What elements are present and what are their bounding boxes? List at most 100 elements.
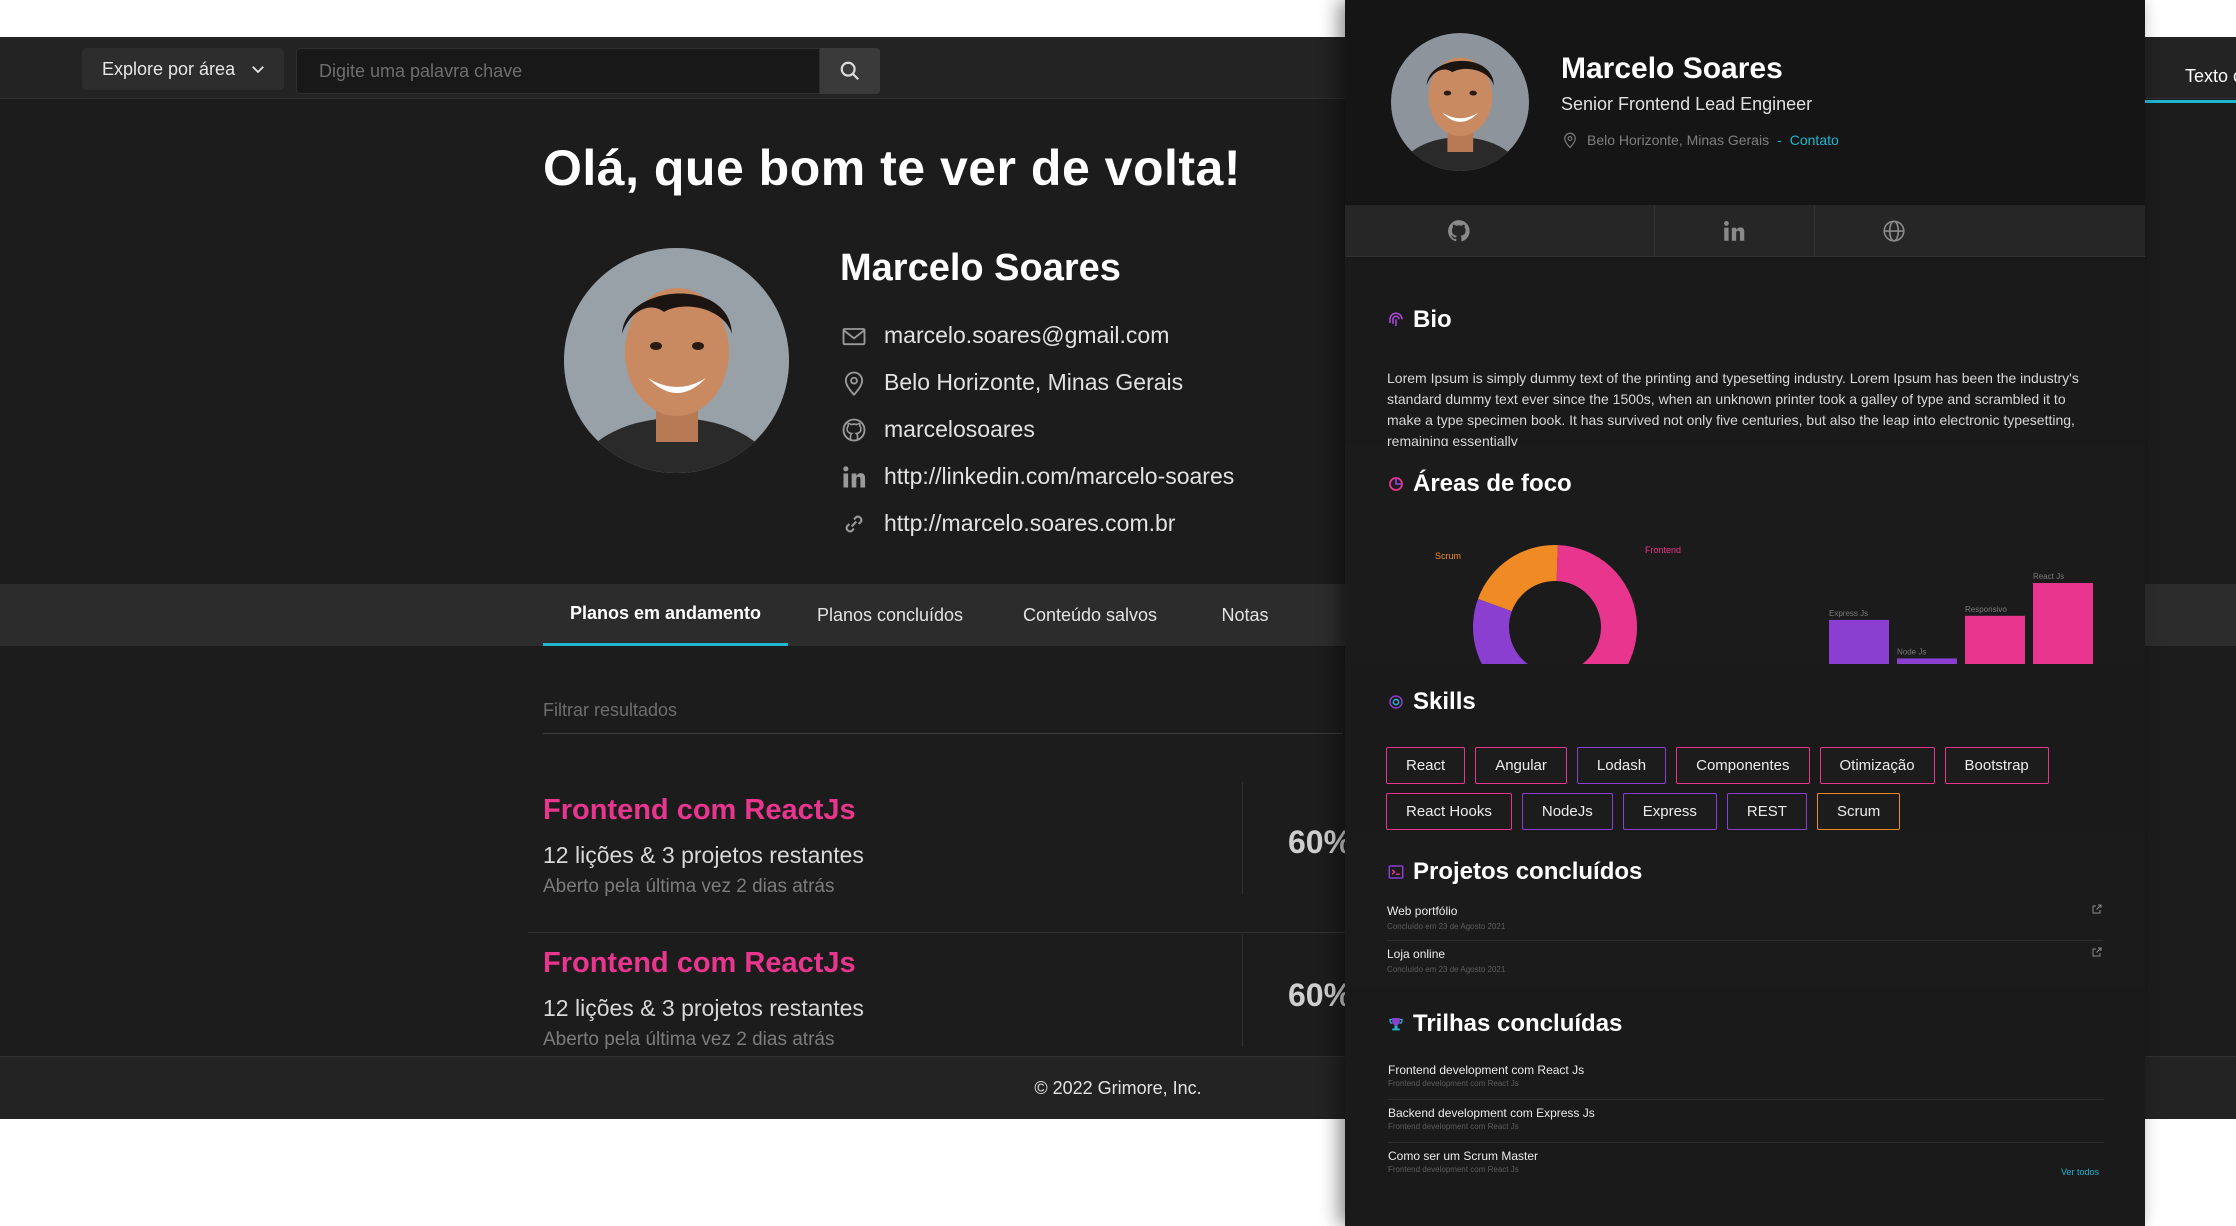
bio-title: Bio [1413,306,1452,333]
profile-github[interactable]: marcelosoares [884,416,1035,443]
target-icon [1389,695,1403,709]
trail-row[interactable]: Backend development com Express Js Front… [1388,1100,2104,1143]
search-input[interactable]: Digite uma palavra chave [296,48,820,94]
github-row: marcelosoares [840,406,1234,453]
panel-location-row: Belo Horizonte, Minas Gerais - Contato [1561,131,1839,149]
bar-label: Express Js [1829,609,1868,618]
tab-peek[interactable]: Texto c [2145,53,2236,103]
external-link-icon[interactable] [2091,903,2103,915]
trails-card: Trilhas concluídas Frontend development … [1345,986,2145,1226]
panel-role: Senior Frontend Lead Engineer [1561,94,1813,114]
plan-divider [1242,782,1243,894]
website-link[interactable] [1814,205,1974,257]
panel-location-separator: - [1777,132,1782,148]
donut-label: Scrum [1435,551,1461,561]
project-row[interactable]: Web portfólio Concluído em 23 de Agosto … [1387,898,2103,941]
skill-tag[interactable]: REST [1726,793,1807,830]
plan-last-opened: Aberto pela última vez 2 dias atrás [543,876,835,897]
plan-card[interactable]: Frontend com ReactJs 12 lições & 3 proje… [528,782,1358,944]
donut-slice [1477,545,1558,612]
globe-icon [1883,220,1905,242]
tab-conteudo-salvos[interactable]: Conteúdo salvos [1010,584,1170,646]
profile-website[interactable]: http://marcelo.soares.com.br [884,510,1175,537]
bar [1965,615,2025,664]
skill-tag[interactable]: Express [1622,793,1717,830]
profile-email[interactable]: marcelo.soares@gmail.com [884,322,1169,349]
chevron-down-icon [252,66,264,74]
linkedin-link[interactable] [1654,205,1814,257]
donut-slice [1473,598,1528,664]
skill-tag[interactable]: Angular [1475,747,1567,784]
skill-tag[interactable]: Bootstrap [1944,747,2049,784]
fingerprint-icon [1389,312,1403,326]
github-icon [1448,220,1470,242]
profile-location: Belo Horizonte, Minas Gerais [884,369,1184,395]
skill-tag[interactable]: React [1386,747,1466,784]
profile-name: Marcelo Soares [840,247,1121,289]
plan-progress: 60% [1288,824,1353,860]
plan-progress: 60% [1288,977,1353,1013]
focus-areas-card: Áreas de foco Scrum Frontend Express Js Nod… [1345,446,2145,664]
trail-subtitle: Frontend development com React Js [1388,1122,1519,1131]
skill-row: React Angular Lodash Componentes Otimização B… [1386,747,2049,784]
tab-planos-concluidos[interactable]: Planos concluídos [800,584,980,646]
skill-tag[interactable]: NodeJs [1521,793,1613,830]
skill-tag[interactable]: React Hooks [1386,793,1512,830]
trail-row[interactable]: Como ser um Scrum Master Frontend develo… [1388,1143,2104,1186]
donut-slice [1556,545,1637,664]
skill-tag[interactable]: Componentes [1676,747,1810,784]
terminal-icon [1388,865,1404,879]
map-pin-icon [844,371,864,396]
map-pin-icon [1564,132,1576,149]
trail-name: Frontend development com React Js [1388,1063,1585,1077]
bio-title-row: Bio [1387,306,1452,334]
linkedin-icon [1724,221,1745,241]
github-icon [842,418,866,441]
location-row: Belo Horizonte, Minas Gerais [840,359,1234,406]
panel-location: Belo Horizonte, Minas Gerais [1587,132,1770,148]
panel-name: Marcelo Soares [1561,52,1783,85]
projects-title: Projetos concluídos [1413,858,1643,885]
project-row[interactable]: Loja online Concluído em 23 de Agosto 20… [1387,941,2103,984]
trail-name: Como ser um Scrum Master [1388,1149,1539,1163]
tab-notas[interactable]: Notas [1205,584,1285,646]
bar [2033,583,2093,664]
project-name: Web portfólio [1387,904,1458,918]
plan-subtitle: 12 lições & 3 projetos restantes [543,995,864,1021]
see-all-link[interactable]: Ver todos [2061,1167,2099,1177]
skill-row: React Hooks NodeJs Express REST Scrum [1386,793,2049,830]
external-link-icon[interactable] [2091,946,2103,958]
skill-tags: React Angular Lodash Componentes Otimização B… [1386,747,2049,836]
trophy-icon [1389,1018,1403,1031]
focus-chart: Scrum Frontend Express Js Node Js Responsivo… [1435,545,2093,664]
project-date: Concluído em 23 de Agosto 2021 [1387,922,1506,931]
plan-title[interactable]: Frontend com ReactJs [543,947,856,980]
plan-title[interactable]: Frontend com ReactJs [543,794,856,827]
bio-text: Lorem Ipsum is simply dummy text of the … [1387,370,2079,446]
bar [1829,619,1889,664]
plan-subtitle: 12 lições & 3 projetos restantes [543,842,864,868]
skills-title-row: Skills [1387,688,1476,716]
donut-label: Frontend [1645,545,1681,555]
skill-tag[interactable]: Scrum [1816,793,1901,830]
project-date: Concluído em 23 de Agosto 2021 [1387,965,1506,974]
github-link[interactable] [1345,205,1573,257]
tab-planos-em-andamento[interactable]: Planos em andamento [543,584,788,646]
profile-linkedin[interactable]: http://linkedin.com/marcelo-soares [884,463,1234,490]
trail-subtitle: Frontend development com React Js [1388,1079,1519,1088]
email-row: marcelo.soares@gmail.com [840,312,1234,359]
filter-input[interactable]: Filtrar resultados [543,700,1343,734]
contact-link[interactable]: Contato [1790,132,1839,148]
search-placeholder: Digite uma palavra chave [319,60,523,81]
explore-dropdown[interactable]: Explore por área [82,48,284,90]
skill-tag[interactable]: Otimização [1819,747,1935,784]
mail-icon [842,327,866,345]
trail-row[interactable]: Frontend development com React Js Fronte… [1388,1057,2104,1100]
profile-avatar [564,248,789,473]
explore-label: Explore por área [102,58,236,79]
skills-card: Skills React Angular Lodash Componentes Otim… [1345,664,2145,836]
search-button[interactable] [820,48,880,94]
profile-info-list: marcelo.soares@gmail.com Belo Horizonte,… [840,322,1234,547]
project-name: Loja online [1387,947,1446,961]
skill-tag[interactable]: Lodash [1576,747,1667,784]
